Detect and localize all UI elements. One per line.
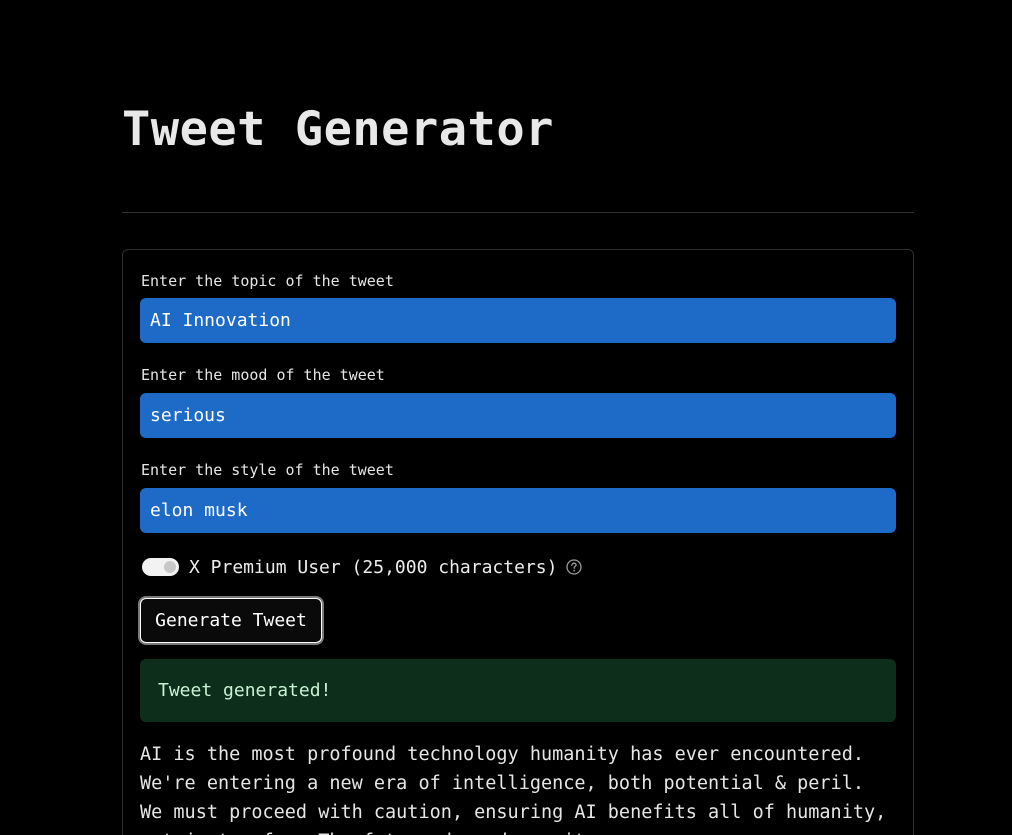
topic-label: Enter the topic of the tweet: [141, 272, 394, 290]
toggle-knob: [164, 561, 176, 573]
generate-tweet-button[interactable]: Generate Tweet: [140, 598, 322, 643]
premium-toggle[interactable]: [142, 558, 179, 576]
page: Tweet Generator Enter the topic of the t…: [0, 0, 1012, 835]
topic-input[interactable]: [140, 298, 896, 343]
page-title: Tweet Generator: [122, 102, 554, 157]
success-alert: Tweet generated!: [140, 659, 896, 722]
style-input[interactable]: [140, 488, 896, 533]
tweet-form-card: Enter the topic of the tweet Enter the m…: [122, 249, 914, 835]
premium-toggle-label[interactable]: X Premium User (25,000 characters): [189, 557, 557, 578]
mood-label: Enter the mood of the tweet: [141, 366, 385, 384]
header-divider: [122, 212, 914, 213]
style-label: Enter the style of the tweet: [141, 461, 394, 479]
premium-toggle-row: X Premium User (25,000 characters): [142, 554, 583, 580]
mood-input[interactable]: [140, 393, 896, 438]
generated-tweet-text: AI is the most profound technology human…: [140, 744, 887, 835]
question-circle-icon[interactable]: [566, 559, 583, 575]
